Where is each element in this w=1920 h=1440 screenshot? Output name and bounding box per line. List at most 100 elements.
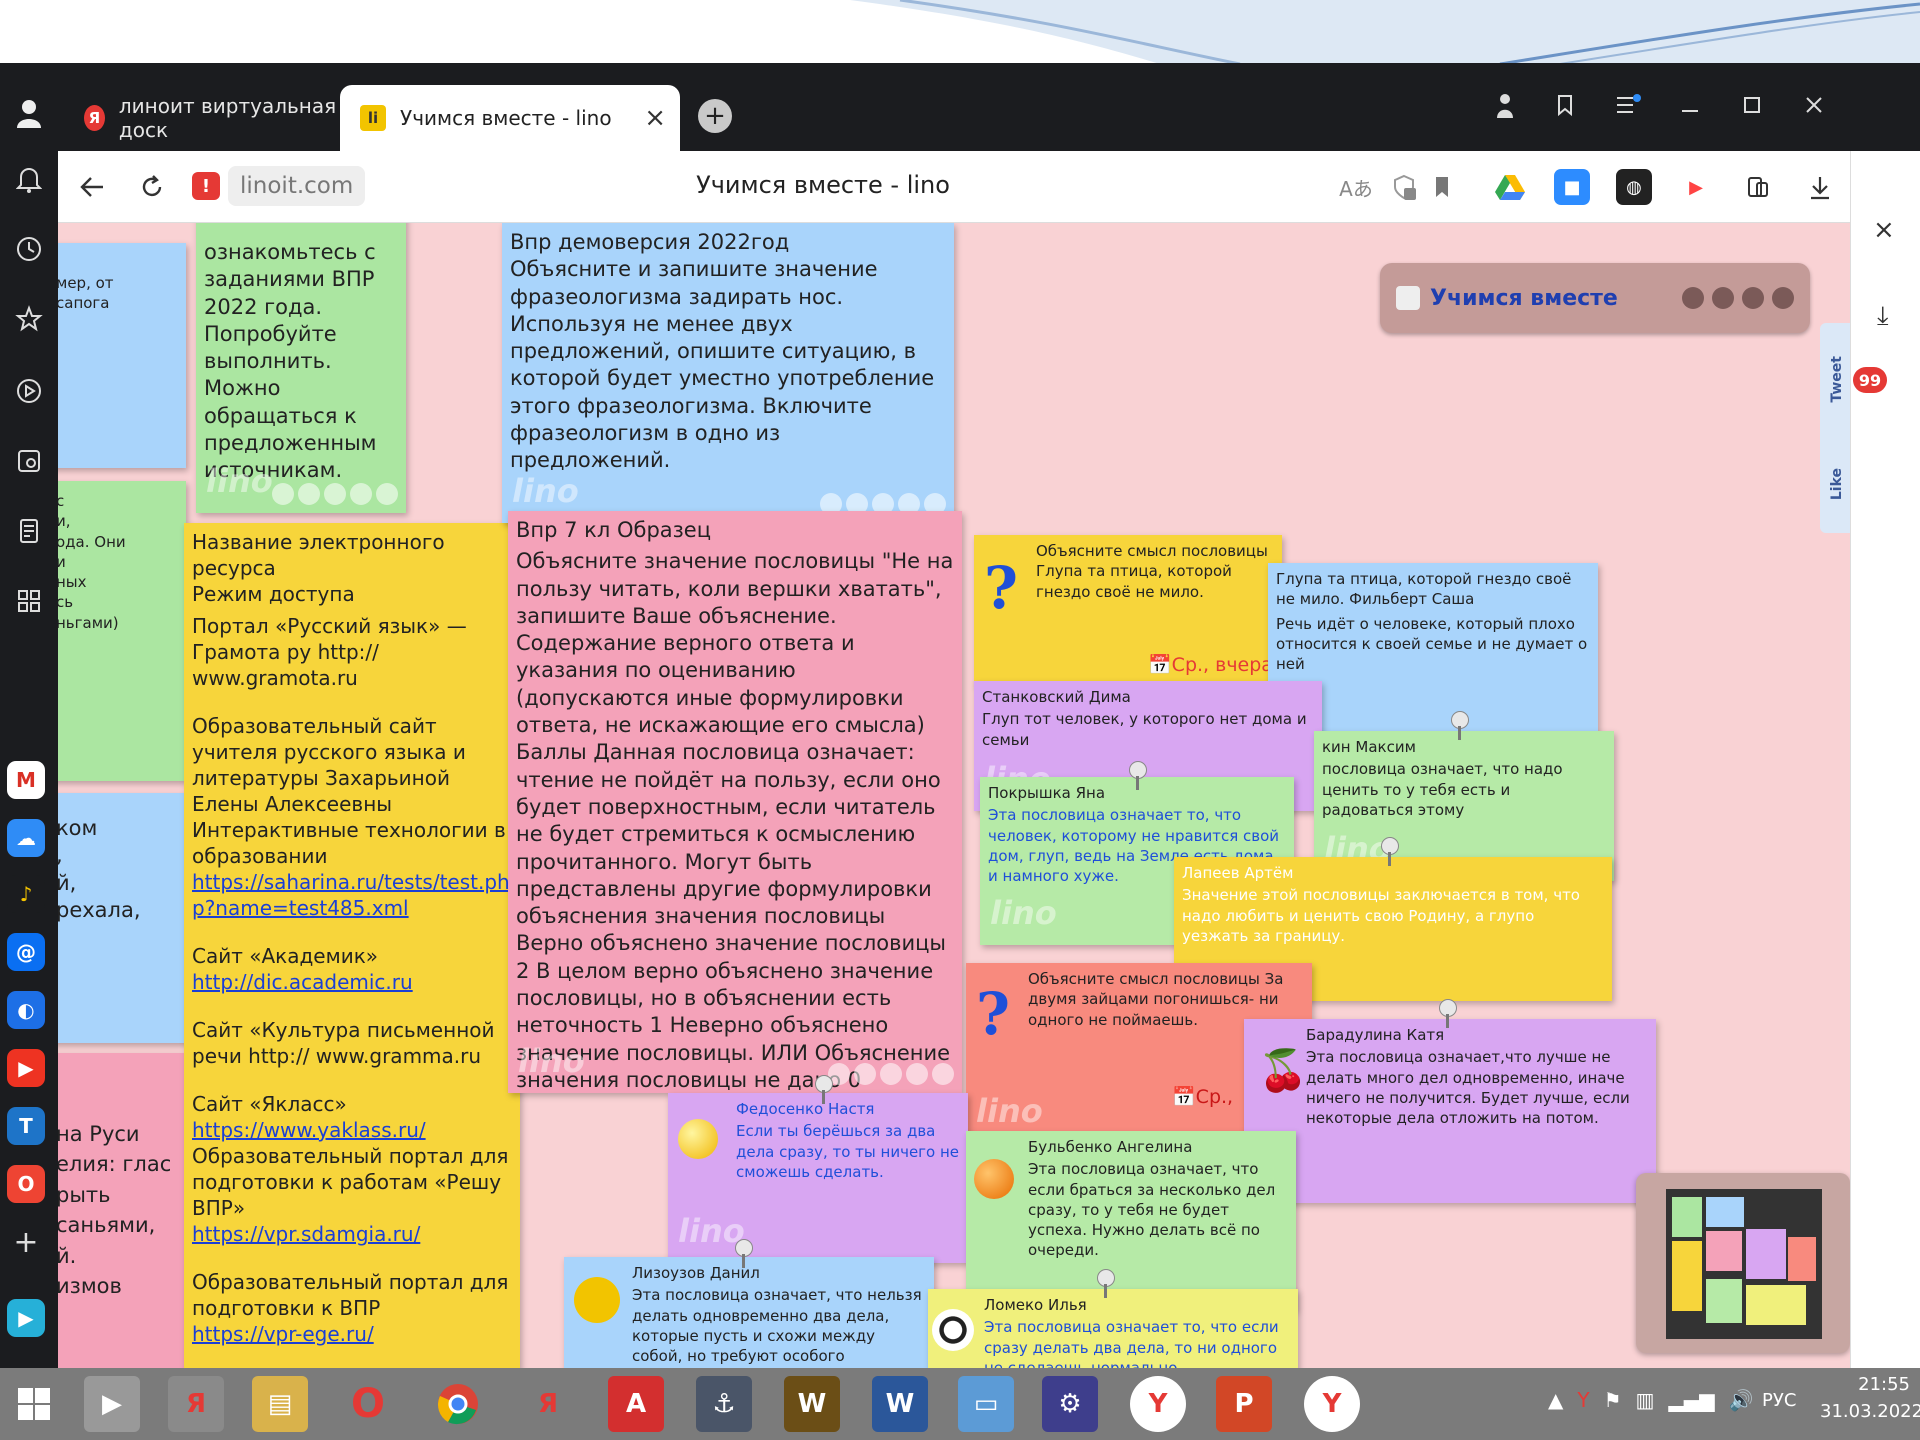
mail-icon[interactable]: @	[7, 933, 45, 971]
cloud-icon[interactable]: ☁	[7, 819, 45, 857]
extension-icon[interactable]: ◍	[1616, 169, 1652, 205]
volume-icon[interactable]: 🔊	[1729, 1388, 1754, 1412]
add-app-icon[interactable]: +	[7, 1223, 45, 1261]
sticky-note[interactable]: Бульбенко Ангелина Эта пословица означае…	[966, 1131, 1296, 1311]
pdf-reader-icon[interactable]: A	[608, 1376, 664, 1432]
resource-link[interactable]: https://vpr-ege.ru/	[192, 1322, 374, 1346]
settings-icon[interactable]: ⚙	[1042, 1376, 1098, 1432]
sticky-note[interactable]: 🍒 Барадулина Катя Эта пословица означает…	[1244, 1019, 1656, 1203]
tab-linoit-search[interactable]: Я линоит виртуальная доск	[66, 85, 338, 151]
sticky-note[interactable]: ком , й, рехала,	[58, 793, 204, 1043]
extensions-icon[interactable]	[1738, 167, 1778, 207]
network-icon[interactable]: ▥	[1636, 1388, 1655, 1412]
yandex-icon[interactable]: Я	[520, 1376, 576, 1432]
bell-icon[interactable]	[9, 159, 49, 199]
new-tab-button[interactable]: +	[698, 99, 732, 133]
messenger-icon[interactable]: ◐	[7, 991, 45, 1029]
telemost-icon[interactable]: T	[7, 1107, 45, 1145]
file-explorer-icon[interactable]: ▤	[252, 1376, 308, 1432]
yandex-y-icon[interactable]: Y	[1130, 1376, 1186, 1432]
home-icon[interactable]	[1682, 287, 1704, 309]
sticky-note[interactable]: Название электронного ресурса Режим дост…	[184, 523, 520, 1368]
sticky-note[interactable]: Ломеко Илья Эта пословица означает то, ч…	[928, 1289, 1298, 1368]
account-icon[interactable]	[1485, 85, 1525, 125]
help-icon[interactable]	[1742, 287, 1764, 309]
protect-icon[interactable]	[1384, 167, 1424, 207]
note-text: Название электронного ресурса	[192, 530, 445, 580]
board-title-panel[interactable]: Учимся вместе	[1380, 263, 1810, 333]
resource-link[interactable]: https://vpr.sdamgia.ru/	[192, 1222, 420, 1246]
sticky-note[interactable]: Впр демоверсия 2022год Объясните и запиш…	[502, 223, 954, 523]
collections-icon[interactable]	[9, 511, 49, 551]
chevron-up-icon[interactable]: ▲	[1548, 1388, 1563, 1412]
note-controls[interactable]	[272, 483, 398, 505]
chrome-icon[interactable]	[430, 1376, 486, 1432]
sticky-note[interactable]: ознакомьтесь с заданиями ВПР 2022 года. …	[196, 223, 406, 513]
star-icon[interactable]	[9, 299, 49, 339]
zoom-icon[interactable]: ■	[1554, 169, 1590, 205]
yandex-y-icon[interactable]: Y	[1304, 1376, 1360, 1432]
cast-icon[interactable]: ▶	[1678, 169, 1714, 205]
close-tab-icon[interactable]: ×	[644, 103, 666, 133]
sidebar-toggle-icon[interactable]: ▶	[7, 1299, 45, 1337]
download-icon[interactable]	[1800, 167, 1840, 207]
minimize-icon[interactable]	[1670, 85, 1710, 125]
world-of-tanks-icon[interactable]: W	[784, 1376, 840, 1432]
yandex-browser-icon[interactable]: Я	[168, 1376, 224, 1432]
yandex-tray-icon[interactable]: Y	[1577, 1388, 1589, 1412]
history-icon[interactable]	[9, 229, 49, 269]
clock[interactable]: 21:55 31.03.2022	[1820, 1374, 1920, 1422]
note-text: с и, ода. Они и ных сь ньгами)	[58, 492, 126, 632]
board-minimap[interactable]	[1636, 1173, 1850, 1353]
apps-grid-icon[interactable]	[9, 581, 49, 621]
clock-time: 21:55	[1858, 1374, 1910, 1395]
minimap-view[interactable]	[1666, 1189, 1822, 1339]
office-icon[interactable]: O	[7, 1165, 45, 1203]
info-icon[interactable]	[1712, 287, 1734, 309]
powerpoint-icon[interactable]: P	[1216, 1376, 1272, 1432]
sticky-note[interactable]: с и, ода. Они и ных сь ньгами)	[58, 481, 186, 781]
word-icon[interactable]: W	[872, 1376, 928, 1432]
translate-icon[interactable]: Aあ	[1336, 167, 1376, 207]
sticky-note[interactable]: Лизоузов Данил Эта пословица означает, ч…	[564, 1257, 934, 1368]
music-icon[interactable]: ♪	[7, 875, 45, 913]
windows-start-icon[interactable]	[6, 1376, 62, 1432]
board-controls[interactable]	[1682, 287, 1794, 309]
note-controls[interactable]	[828, 1063, 954, 1085]
resource-link[interactable]: http://dic.academic.ru	[192, 970, 413, 994]
input-language[interactable]: РУС	[1762, 1390, 1796, 1411]
sticky-note[interactable]: Федосенко Настя Если ты берёшься за два …	[668, 1093, 968, 1263]
bookmark-icon[interactable]	[1422, 167, 1462, 207]
resource-link[interactable]: https://saharina.ru/tests/test.php?name=…	[192, 870, 510, 920]
close-icon[interactable]: ×	[1873, 215, 1895, 245]
social-panel[interactable]: Tweet Like	[1820, 323, 1850, 533]
maximize-icon[interactable]	[1732, 85, 1772, 125]
tab-lino-board[interactable]: li Учимся вместе - lino ×	[340, 85, 680, 151]
profile-icon[interactable]	[9, 93, 49, 133]
sticky-note[interactable]: ? Объясните смысл пословицы Глупа та пти…	[974, 535, 1282, 685]
lino-board[interactable]: мер, от сапога с и, ода. Они и ных сь нь…	[58, 223, 1850, 1368]
flag-icon[interactable]: ⚑	[1604, 1388, 1622, 1412]
screenshot-icon[interactable]	[9, 441, 49, 481]
sticky-note[interactable]: Впр 7 кл Образец Объясните значение посл…	[508, 511, 962, 1093]
signal-icon[interactable]: ▂▄▆	[1668, 1388, 1714, 1412]
resource-link[interactable]: https://www.yaklass.ru/	[192, 1118, 426, 1142]
like-button[interactable]: Like	[1829, 468, 1845, 500]
sticky-note[interactable]: мер, от сапога	[58, 243, 186, 468]
google-drive-icon[interactable]	[1492, 169, 1528, 205]
close-window-icon[interactable]	[1794, 85, 1834, 125]
youtube-icon[interactable]: ▶	[7, 1049, 45, 1087]
opera-icon[interactable]: O	[340, 1376, 396, 1432]
computer-icon[interactable]: ▭	[958, 1376, 1014, 1432]
play-icon[interactable]	[9, 371, 49, 411]
tweet-button[interactable]: Tweet	[1829, 356, 1845, 403]
media-player-icon[interactable]: ▶	[84, 1376, 140, 1432]
menu-icon[interactable]	[1608, 85, 1648, 125]
bookmarks-panel-icon[interactable]	[1546, 85, 1586, 125]
system-tray[interactable]: ▲ Y ⚑ ▥ ▂▄▆ 🔊	[1548, 1388, 1754, 1412]
world-of-warships-icon[interactable]: ⚓	[696, 1376, 752, 1432]
power-icon[interactable]	[1772, 287, 1794, 309]
note-author: Барадулина Катя	[1306, 1026, 1445, 1044]
download-icon[interactable]: ⤓	[1877, 301, 1889, 332]
gmail-icon[interactable]: M	[7, 761, 45, 799]
